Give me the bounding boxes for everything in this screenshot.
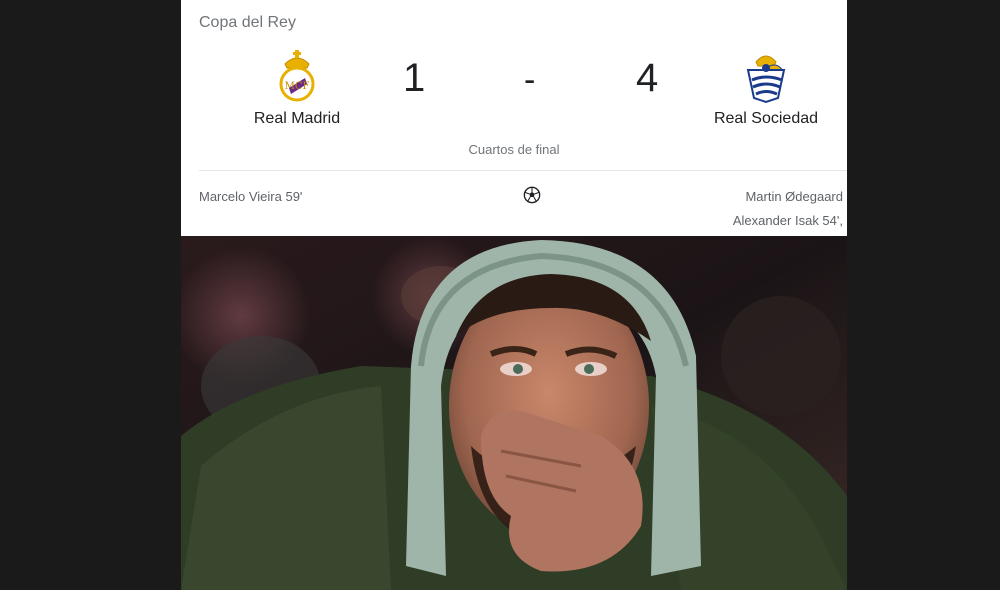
away-scorer: Martin Ødegaard	[745, 189, 843, 204]
svg-text:MCF: MCF	[285, 81, 310, 92]
home-scorer: Marcelo Vieira 59'	[199, 189, 303, 204]
divider	[199, 170, 847, 171]
meme-frame: Copa del Rey MCF Real Madrid 1 - 4 Real …	[181, 0, 847, 590]
reaction-photo	[181, 236, 847, 590]
competition-title[interactable]: Copa del Rey	[199, 14, 296, 32]
home-score: 1	[403, 56, 426, 100]
real-madrid-crest-icon: MCF	[279, 50, 315, 102]
away-team[interactable]: Real Sociedad	[686, 48, 846, 128]
score-separator: -	[524, 61, 536, 99]
away-team-name: Real Sociedad	[713, 110, 819, 127]
match-stage: Cuartos de final	[468, 142, 560, 157]
soccer-ball-icon	[523, 186, 541, 204]
away-scorer: Alexander Isak 54',	[732, 213, 843, 228]
home-team[interactable]: MCF Real Madrid	[217, 48, 377, 128]
home-team-name: Real Madrid	[253, 110, 341, 127]
away-score: 4	[636, 56, 659, 100]
match-score-card[interactable]: Copa del Rey MCF Real Madrid 1 - 4 Real …	[181, 0, 847, 236]
real-sociedad-crest-icon	[746, 55, 786, 104]
